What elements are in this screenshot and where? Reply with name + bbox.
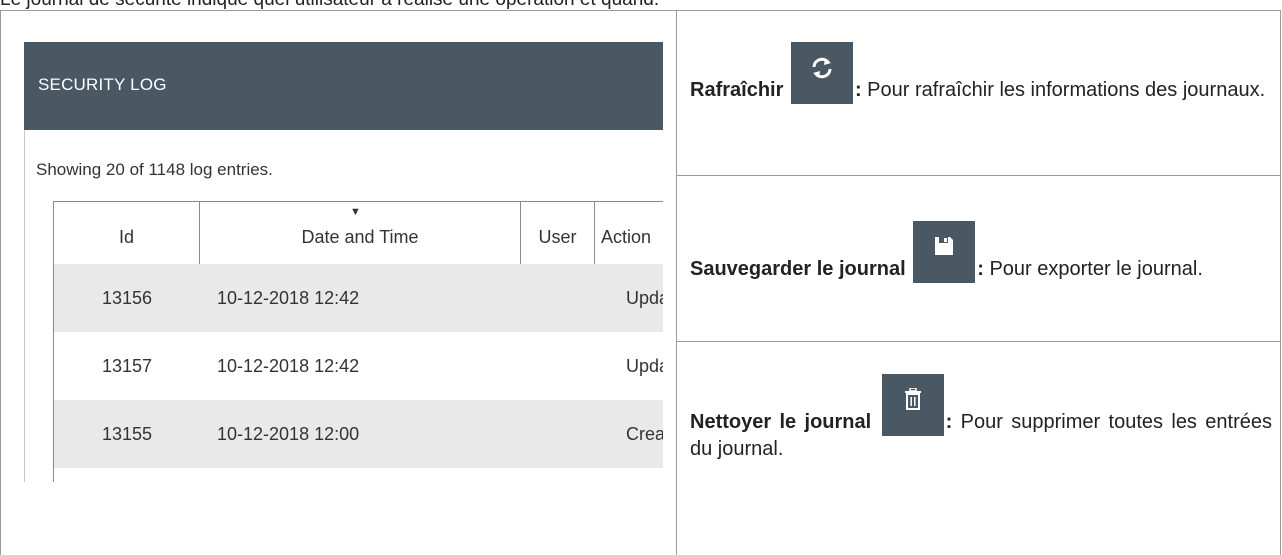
description-text: Pour exporter le journal. (989, 258, 1203, 280)
row-divider (677, 341, 1281, 342)
description-colon: : (854, 79, 862, 101)
column-header-action[interactable]: Action (595, 202, 663, 264)
trash-icon (904, 388, 921, 410)
cell-datetime: 10-12-2018 12:00 (217, 423, 360, 444)
cell-action: Upda (626, 355, 663, 376)
panel-title: SECURITY LOG (38, 75, 167, 94)
table-header: Id ▼ Date and Time User Action (54, 202, 663, 264)
cell-datetime: 10-12-2018 12:42 (217, 355, 360, 376)
description-colon: : (945, 411, 953, 433)
cell-user (521, 332, 595, 400)
page-caption: Le journal de sécurité indique quel util… (0, 0, 1282, 10)
description-refresh: Rafraîchir : Pour rafraîchir les informa… (690, 42, 1272, 104)
cell-id: 13156 (101, 287, 153, 308)
table-row[interactable]: 13156 10-12-2018 12:42 Upda (54, 264, 663, 332)
log-count-text: Showing 20 of 1148 log entries. (36, 160, 273, 179)
panel-body: Showing 20 of 1148 log entries. Id ▼ Dat… (24, 130, 663, 482)
cell-id: 13155 (101, 423, 153, 444)
table-row[interactable]: 13155 10-12-2018 12:00 Creat (54, 400, 663, 468)
cell-id: 13157 (101, 355, 153, 376)
security-log-panel: SECURITY LOG Showing 20 of 1148 log entr… (24, 42, 663, 482)
description-colon: : (977, 258, 984, 280)
log-table: Id ▼ Date and Time User Action 13156 10-… (53, 201, 663, 482)
description-save: Sauvegarder le journal : Pour exporter l… (690, 221, 1272, 283)
description-text: Pour rafraîchir les informations des jou… (867, 79, 1266, 101)
description-term: Rafraîchir (690, 79, 784, 101)
refresh-icon (812, 57, 832, 79)
description-clear: Nettoyer le journal : Pour supprimer tou… (690, 374, 1272, 463)
sort-descending-icon: ▼ (350, 206, 361, 218)
column-header-id[interactable]: Id (54, 202, 200, 264)
cell-user (521, 400, 595, 468)
cell-action: Creat (626, 423, 663, 444)
row-divider (677, 175, 1281, 176)
column-header-user[interactable]: User (521, 202, 595, 264)
column-header-date-time[interactable]: ▼ Date and Time (200, 202, 521, 264)
save-log-button[interactable] (913, 221, 976, 283)
column-header-label: Date and Time (301, 226, 419, 247)
table-row[interactable]: 13157 10-12-2018 12:42 Upda (54, 332, 663, 400)
column-divider (676, 10, 677, 555)
refresh-button[interactable] (790, 42, 853, 104)
description-term: Sauvegarder le journal (690, 258, 906, 280)
panel-header: SECURITY LOG (24, 42, 663, 130)
clear-log-button[interactable] (881, 374, 944, 436)
cell-action: Upda (626, 287, 663, 308)
cell-user (521, 264, 595, 332)
description-term: Nettoyer le journal (690, 411, 872, 433)
cell-datetime: 10-12-2018 12:42 (217, 287, 360, 308)
save-icon (935, 237, 954, 255)
